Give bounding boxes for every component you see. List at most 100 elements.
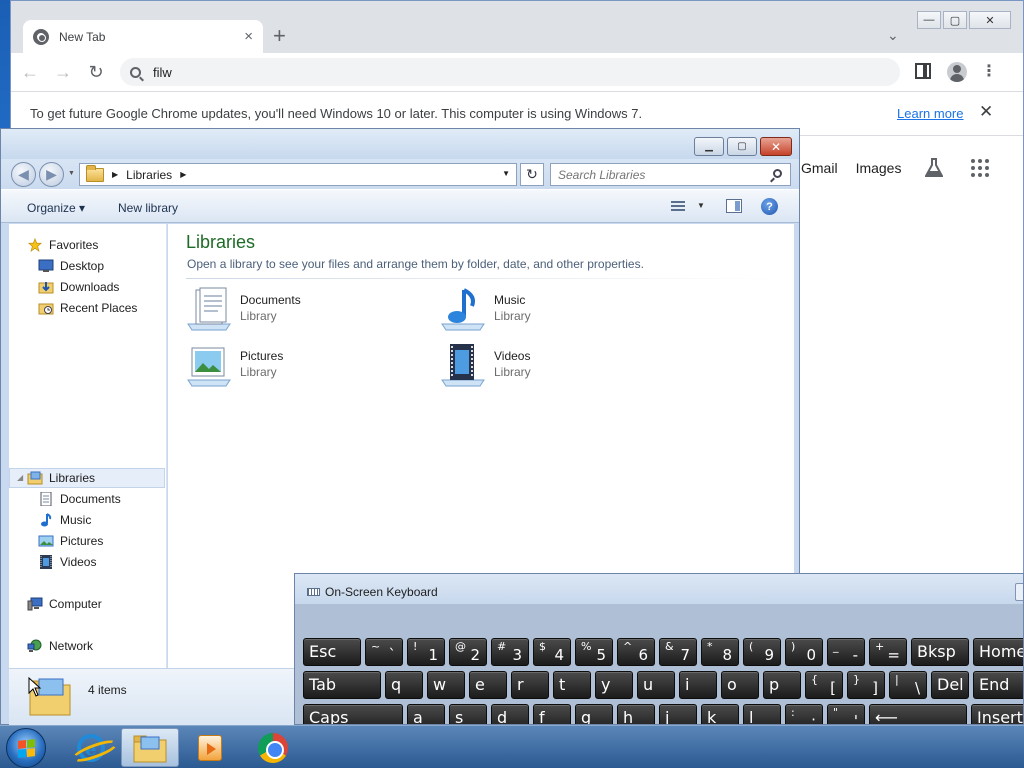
osk-key-0-9[interactable]: * 8 xyxy=(701,638,739,666)
change-view-button[interactable]: ▼ xyxy=(671,200,707,216)
osk-key-0-6[interactable]: % 5 xyxy=(575,638,613,666)
nav-item-network[interactable]: Network xyxy=(27,637,93,655)
osk-key-1-3[interactable]: e xyxy=(469,671,507,699)
breadcrumb-arrow-icon[interactable]: ▶ xyxy=(180,170,186,179)
osk-key-2-2[interactable]: s xyxy=(449,704,487,724)
explorer-address-box[interactable]: ▶ Libraries ▶ ▼ xyxy=(79,163,517,186)
osk-key-0-14[interactable]: Bksp xyxy=(911,638,969,666)
breadcrumb-libraries[interactable]: Libraries xyxy=(126,168,172,182)
osk-key-2-10[interactable]: :; xyxy=(785,704,823,724)
osk-key-0-1[interactable]: ~ ` xyxy=(365,638,403,666)
nav-item-desktop[interactable]: Desktop xyxy=(38,257,104,275)
osk-key-2-0[interactable]: Caps xyxy=(303,704,403,724)
osk-key-0-8[interactable]: & 7 xyxy=(659,638,697,666)
new-tab-button[interactable]: + xyxy=(273,25,286,47)
osk-key-1-2[interactable]: w xyxy=(427,671,465,699)
explorer-minimize-button[interactable]: ▁ xyxy=(694,137,724,156)
osk-control-button[interactable] xyxy=(1015,583,1023,601)
view-dropdown-icon[interactable]: ▼ xyxy=(697,201,705,210)
tab-close-icon[interactable]: × xyxy=(244,28,253,45)
osk-key-2-4[interactable]: f xyxy=(533,704,571,724)
reload-button[interactable]: ↻ xyxy=(82,58,110,86)
images-link[interactable]: Images xyxy=(856,160,902,176)
nav-item-videos[interactable]: Videos xyxy=(38,553,96,571)
profile-avatar-icon[interactable] xyxy=(947,62,967,82)
taskbar-media-player[interactable] xyxy=(181,728,239,767)
preview-pane-button[interactable] xyxy=(726,199,742,213)
explorer-forward-button[interactable]: ▶ xyxy=(39,162,64,187)
osk-key-1-8[interactable]: i xyxy=(679,671,717,699)
osk-key-1-9[interactable]: o xyxy=(721,671,759,699)
new-library-button[interactable]: New library xyxy=(118,201,178,215)
osk-key-0-12[interactable]: _ - xyxy=(827,638,865,666)
nav-item-computer[interactable]: Computer xyxy=(27,595,102,613)
nav-item-favorites[interactable]: Favorites xyxy=(27,236,98,254)
breadcrumb-arrow-icon[interactable]: ▶ xyxy=(112,170,118,179)
osk-key-2-1[interactable]: a xyxy=(407,704,445,724)
chrome-close-button[interactable]: ✕ xyxy=(969,11,1011,29)
search-icon[interactable] xyxy=(773,169,782,178)
osk-key-2-12[interactable]: ⟵ xyxy=(869,704,967,724)
start-button[interactable] xyxy=(6,728,46,768)
library-item-documents[interactable]: Documents Library xyxy=(186,286,426,334)
side-panel-button[interactable] xyxy=(915,63,931,79)
osk-key-0-11[interactable]: ) 0 xyxy=(785,638,823,666)
taskbar-internet-explorer[interactable]: e xyxy=(62,728,120,767)
osk-key-2-5[interactable]: g xyxy=(575,704,613,724)
osk-title-bar[interactable]: On-Screen Keyboard xyxy=(295,574,1023,604)
nav-item-libraries[interactable]: Libraries xyxy=(27,469,95,487)
chrome-minimize-button[interactable]: — xyxy=(917,11,941,29)
osk-key-1-12[interactable]: }] xyxy=(847,671,885,699)
taskbar-chrome[interactable] xyxy=(244,728,302,767)
osk-key-0-13[interactable]: + = xyxy=(869,638,907,666)
osk-key-1-7[interactable]: u xyxy=(637,671,675,699)
labs-flask-icon[interactable] xyxy=(925,158,944,178)
osk-key-1-5[interactable]: t xyxy=(553,671,591,699)
osk-key-2-8[interactable]: k xyxy=(701,704,739,724)
nav-item-recent-places[interactable]: Recent Places xyxy=(38,299,137,317)
address-dropdown-icon[interactable]: ▼ xyxy=(502,169,510,178)
osk-key-0-3[interactable]: @2 xyxy=(449,638,487,666)
tab-search-button[interactable]: ⌄ xyxy=(887,27,899,44)
osk-key-0-5[interactable]: $4 xyxy=(533,638,571,666)
osk-key-2-7[interactable]: j xyxy=(659,704,697,724)
osk-key-2-11[interactable]: " ' xyxy=(827,704,865,724)
osk-key-1-1[interactable]: q xyxy=(385,671,423,699)
osk-key-2-6[interactable]: h xyxy=(617,704,655,724)
library-item-videos[interactable]: Videos Library xyxy=(440,342,680,390)
explorer-back-button[interactable]: ◀ xyxy=(11,162,36,187)
osk-key-1-0[interactable]: Tab xyxy=(303,671,381,699)
osk-key-1-13[interactable]: | \ xyxy=(889,671,927,699)
nav-item-pictures[interactable]: Pictures xyxy=(38,532,103,550)
address-bar[interactable]: filw xyxy=(120,58,900,86)
chrome-maximize-button[interactable]: ▢ xyxy=(943,11,967,29)
osk-key-0-4[interactable]: #3 xyxy=(491,638,529,666)
osk-key-1-15[interactable]: End xyxy=(973,671,1023,699)
explorer-maximize-button[interactable]: ▢ xyxy=(727,137,757,156)
osk-key-1-14[interactable]: Del xyxy=(931,671,969,699)
explorer-title-bar[interactable]: ▁ ▢ ✕ xyxy=(1,129,799,159)
osk-key-0-2[interactable]: ! 1 xyxy=(407,638,445,666)
taskbar-windows-explorer[interactable] xyxy=(121,728,179,767)
learn-more-link[interactable]: Learn more xyxy=(897,106,963,121)
osk-key-2-9[interactable]: l xyxy=(743,704,781,724)
recent-pages-dropdown[interactable]: ▼ xyxy=(68,170,75,177)
search-libraries-box[interactable] xyxy=(550,163,791,186)
nav-item-music[interactable]: Music xyxy=(38,511,91,529)
address-bar-text[interactable]: filw xyxy=(153,65,172,80)
osk-key-1-4[interactable]: r xyxy=(511,671,549,699)
osk-key-2-3[interactable]: d xyxy=(491,704,529,724)
library-item-music[interactable]: Music Library xyxy=(440,286,680,334)
osk-key-1-11[interactable]: {[ xyxy=(805,671,843,699)
forward-button[interactable]: → xyxy=(49,58,77,86)
chrome-menu-button[interactable]: ⋮ xyxy=(981,61,997,81)
osk-key-0-10[interactable]: (9 xyxy=(743,638,781,666)
back-button[interactable]: ← xyxy=(16,58,44,86)
osk-key-2-13[interactable]: Insert xyxy=(971,704,1023,724)
infobar-close-button[interactable]: ✕ xyxy=(979,102,993,122)
osk-key-0-7[interactable]: ^ 6 xyxy=(617,638,655,666)
libraries-expand-icon[interactable]: ◢ xyxy=(17,473,23,482)
help-icon[interactable]: ? xyxy=(761,198,778,215)
nav-item-downloads[interactable]: Downloads xyxy=(38,278,119,296)
osk-key-0-15[interactable]: Home xyxy=(973,638,1023,666)
